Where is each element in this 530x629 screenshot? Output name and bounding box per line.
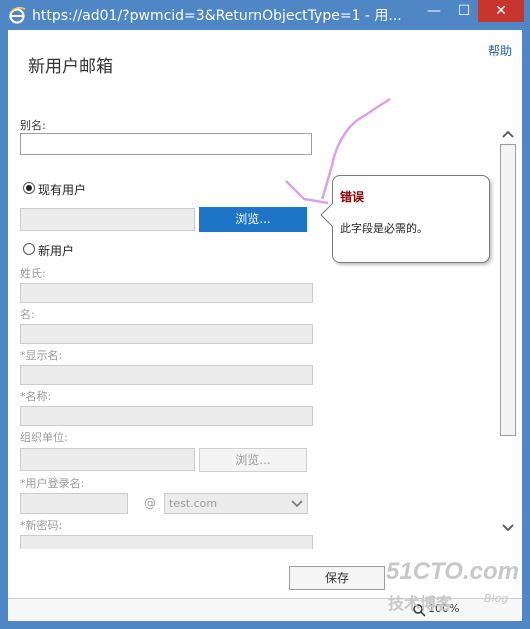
- scroll-up-icon[interactable]: [501, 129, 515, 139]
- watermark-main: 51CTO.com: [386, 558, 519, 585]
- new-user-label: 新用户: [38, 244, 75, 258]
- close-button[interactable]: ✕: [478, 0, 524, 22]
- display-name-label: *显示名:: [20, 349, 63, 362]
- chevron-down-icon: [291, 500, 303, 508]
- scroll-down-icon[interactable]: [501, 523, 515, 533]
- ou-browse-button[interactable]: 浏览...: [199, 448, 307, 472]
- existing-user-radio[interactable]: [23, 182, 35, 194]
- domain-select[interactable]: test.com: [164, 493, 308, 514]
- given-name-label: 名:: [20, 308, 35, 321]
- existing-user-label: 现有用户: [38, 183, 87, 197]
- error-title: 错误: [340, 190, 365, 204]
- display-name-input[interactable]: [20, 365, 313, 385]
- surname-input[interactable]: [20, 283, 313, 303]
- help-link[interactable]: 帮助: [488, 42, 512, 59]
- minimize-button[interactable]: —: [420, 0, 448, 22]
- scroll-thumb[interactable]: [500, 144, 516, 436]
- watermark-blog: Blog: [484, 592, 509, 605]
- callout-pointer: [320, 202, 334, 228]
- domain-value: test.com: [169, 497, 218, 510]
- name-input[interactable]: [20, 406, 313, 426]
- error-callout: 错误 此字段是必需的。: [332, 175, 490, 263]
- dialog-content: 帮助 新用户邮箱 别名: 现有用户 浏览... 新用户 姓氏: 名: *显示名:…: [8, 30, 522, 621]
- alias-input[interactable]: [20, 133, 312, 155]
- error-message: 此字段是必需的。: [340, 222, 428, 235]
- maximize-button[interactable]: ☐: [450, 0, 478, 22]
- logon-label: *用户登录名:: [20, 477, 85, 490]
- window-title: https://ad01/?pwmcid=3&ReturnObjectType=…: [32, 8, 402, 24]
- existing-user-field: [20, 208, 195, 231]
- surname-label: 姓氏:: [20, 267, 46, 280]
- ie-icon: [9, 6, 26, 24]
- ou-label: 组织单位:: [20, 431, 68, 444]
- at-sign: @: [144, 496, 156, 510]
- page-title: 新用户邮箱: [28, 57, 113, 77]
- radio-selected-dot: [26, 185, 32, 191]
- password-label: *新密码:: [20, 519, 63, 532]
- save-button[interactable]: 保存: [289, 566, 385, 590]
- name-label: *名称:: [20, 390, 52, 403]
- title-bar: https://ad01/?pwmcid=3&ReturnObjectType=…: [0, 0, 530, 30]
- ou-input[interactable]: [20, 448, 195, 471]
- new-user-radio[interactable]: [23, 243, 35, 255]
- given-name-input[interactable]: [20, 324, 313, 344]
- password-input[interactable]: [20, 535, 313, 549]
- logon-input[interactable]: [20, 493, 128, 514]
- watermark-sub: 技术博客: [388, 594, 453, 613]
- watermark: 51CTO.com 技术博客 Blog: [386, 558, 526, 618]
- alias-label: 别名:: [20, 119, 46, 132]
- browser-window: https://ad01/?pwmcid=3&ReturnObjectType=…: [0, 0, 530, 629]
